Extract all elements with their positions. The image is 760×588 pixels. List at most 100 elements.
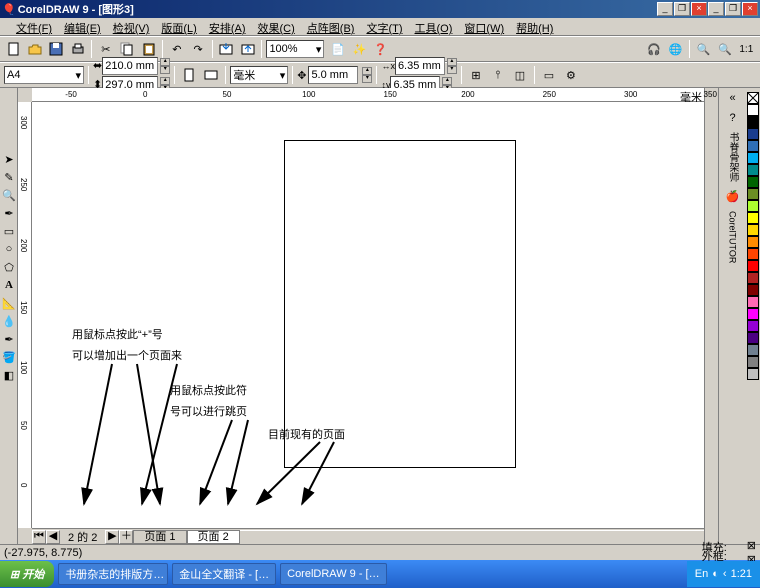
taskbar-item-1[interactable]: 书册杂志的排版方… xyxy=(58,563,168,585)
taskbar-item-3[interactable]: CorelDRAW 9 - [… xyxy=(280,563,387,585)
color-swatch[interactable] xyxy=(747,212,759,224)
zoom-out-icon[interactable]: 🔍 xyxy=(715,39,734,59)
color-swatch[interactable] xyxy=(747,140,759,152)
text-tool[interactable]: A xyxy=(1,277,17,293)
landscape-button[interactable] xyxy=(201,65,221,85)
docker-label-2[interactable]: CorelTUTOR xyxy=(728,211,738,263)
script-button[interactable]: 📄 xyxy=(328,39,347,59)
menu-文件[interactable]: 文件(F) xyxy=(10,18,58,35)
paper-size-combo[interactable]: ▾ xyxy=(4,66,84,84)
outer-close-button[interactable]: × xyxy=(742,2,758,16)
color-swatch[interactable] xyxy=(747,128,759,140)
color-swatch[interactable] xyxy=(747,200,759,212)
outer-restore-button[interactable]: ❐ xyxy=(725,2,741,16)
color-swatch[interactable] xyxy=(747,320,759,332)
open-button[interactable] xyxy=(25,39,44,59)
corel-online-button[interactable]: 🌐 xyxy=(666,39,685,59)
system-tray[interactable]: En ◐ ‹ 1:21 xyxy=(687,561,760,587)
taskbar-item-2[interactable]: 金山全文翻译 - [… xyxy=(172,563,276,585)
freehand-tool[interactable]: ✒ xyxy=(1,205,17,221)
polygon-tool[interactable]: ⬠ xyxy=(1,259,17,275)
color-swatch[interactable] xyxy=(747,164,759,176)
interactive-tool[interactable]: 📐 xyxy=(1,295,17,311)
menu-效果[interactable]: 效果(C) xyxy=(252,18,301,35)
inner-close-button[interactable]: × xyxy=(691,2,707,16)
color-swatch[interactable] xyxy=(747,368,759,380)
menu-窗口[interactable]: 窗口(W) xyxy=(458,18,510,35)
next-page-button[interactable]: ▶ xyxy=(105,530,119,544)
color-swatch[interactable] xyxy=(747,284,759,296)
portrait-button[interactable] xyxy=(179,65,199,85)
color-swatch[interactable] xyxy=(747,260,759,272)
no-color-swatch[interactable] xyxy=(747,92,759,104)
ellipse-tool[interactable]: ○ xyxy=(1,241,17,257)
minimize-button[interactable]: _ xyxy=(657,2,673,16)
color-swatch[interactable] xyxy=(747,308,759,320)
drawing-canvas[interactable]: 用鼠标点按此“+”号可以增加出一个页面来 用鼠标点按此符号可以进行跳页 目前现有… xyxy=(32,102,704,528)
zoom-combo[interactable]: ▾ xyxy=(266,40,324,58)
page-tab-2[interactable]: 页面 2 xyxy=(187,530,240,544)
outline-tool[interactable]: ✒ xyxy=(1,331,17,347)
units-combo[interactable]: ▾ xyxy=(230,66,288,84)
shape-tool[interactable]: ✎ xyxy=(1,169,17,185)
color-swatch[interactable] xyxy=(747,236,759,248)
color-swatch[interactable] xyxy=(747,296,759,308)
zoom-in-icon[interactable]: 🔍 xyxy=(694,39,713,59)
menu-工具[interactable]: 工具(O) xyxy=(409,18,459,35)
paper-width-input[interactable] xyxy=(105,60,155,72)
dup-x-input[interactable] xyxy=(398,60,442,72)
restore-button[interactable]: ❐ xyxy=(674,2,690,16)
color-swatch[interactable] xyxy=(747,356,759,368)
pick-tool[interactable]: ➤ xyxy=(1,151,17,167)
effects-button[interactable]: ✨ xyxy=(350,39,369,59)
menu-编辑[interactable]: 编辑(E) xyxy=(58,18,107,35)
h-scrollbar[interactable] xyxy=(240,530,704,544)
rectangle-tool[interactable]: ▭ xyxy=(1,223,17,239)
color-swatch[interactable] xyxy=(747,224,759,236)
color-swatch[interactable] xyxy=(747,152,759,164)
snap-object-button[interactable]: ◫ xyxy=(510,65,530,85)
menu-安排[interactable]: 安排(A) xyxy=(203,18,252,35)
redo-button[interactable]: ↷ xyxy=(189,39,208,59)
zoom-11-button[interactable]: 1:1 xyxy=(737,39,756,59)
snap-guide-button[interactable]: ⫯ xyxy=(488,65,508,85)
first-page-button[interactable]: ⏮ xyxy=(32,530,46,544)
save-button[interactable] xyxy=(47,39,66,59)
color-swatch[interactable] xyxy=(747,344,759,356)
apple-icon[interactable]: 🍎 xyxy=(726,190,740,203)
color-swatch[interactable] xyxy=(747,188,759,200)
nudge-input[interactable] xyxy=(311,69,355,81)
add-page-button[interactable]: ＋ xyxy=(119,530,133,544)
v-scrollbar[interactable] xyxy=(704,88,718,544)
prev-page-button[interactable]: ◀ xyxy=(46,530,60,544)
treat-button[interactable]: ▭ xyxy=(539,65,559,85)
menu-文字[interactable]: 文字(T) xyxy=(360,18,408,35)
outer-minimize-button[interactable]: _ xyxy=(708,2,724,16)
menu-点阵图[interactable]: 点阵图(B) xyxy=(301,18,361,35)
color-swatch[interactable] xyxy=(747,104,759,116)
color-swatch[interactable] xyxy=(747,176,759,188)
import-button[interactable] xyxy=(217,39,236,59)
docker-label-1[interactable]: 书脊骨架师 xyxy=(725,132,740,182)
menu-检视[interactable]: 检视(V) xyxy=(107,18,156,35)
color-swatch[interactable] xyxy=(747,116,759,128)
color-swatch[interactable] xyxy=(747,332,759,344)
interactive-fill-tool[interactable]: ◧ xyxy=(1,367,17,383)
zoom-tool[interactable]: 🔍 xyxy=(1,187,17,203)
start-button[interactable]: ⊞ 开始 xyxy=(0,561,54,587)
options-button[interactable]: ⚙ xyxy=(561,65,581,85)
export-button[interactable] xyxy=(238,39,257,59)
color-swatch[interactable] xyxy=(747,272,759,284)
color-swatch[interactable] xyxy=(747,248,759,260)
docker-toggle-icon[interactable]: « xyxy=(729,92,735,104)
fill-tool[interactable]: 🪣 xyxy=(1,349,17,365)
page-tab-1[interactable]: 页面 1 xyxy=(133,530,186,544)
docker-help-icon[interactable]: ? xyxy=(729,112,735,124)
new-button[interactable] xyxy=(4,39,23,59)
print-button[interactable] xyxy=(68,39,87,59)
menu-帮助[interactable]: 帮助(H) xyxy=(510,18,559,35)
web-button[interactable]: 🎧 xyxy=(644,39,663,59)
eyedropper-tool[interactable]: 💧 xyxy=(1,313,17,329)
snap-grid-button[interactable]: ⊞ xyxy=(466,65,486,85)
menu-版面[interactable]: 版面(L) xyxy=(155,18,202,35)
